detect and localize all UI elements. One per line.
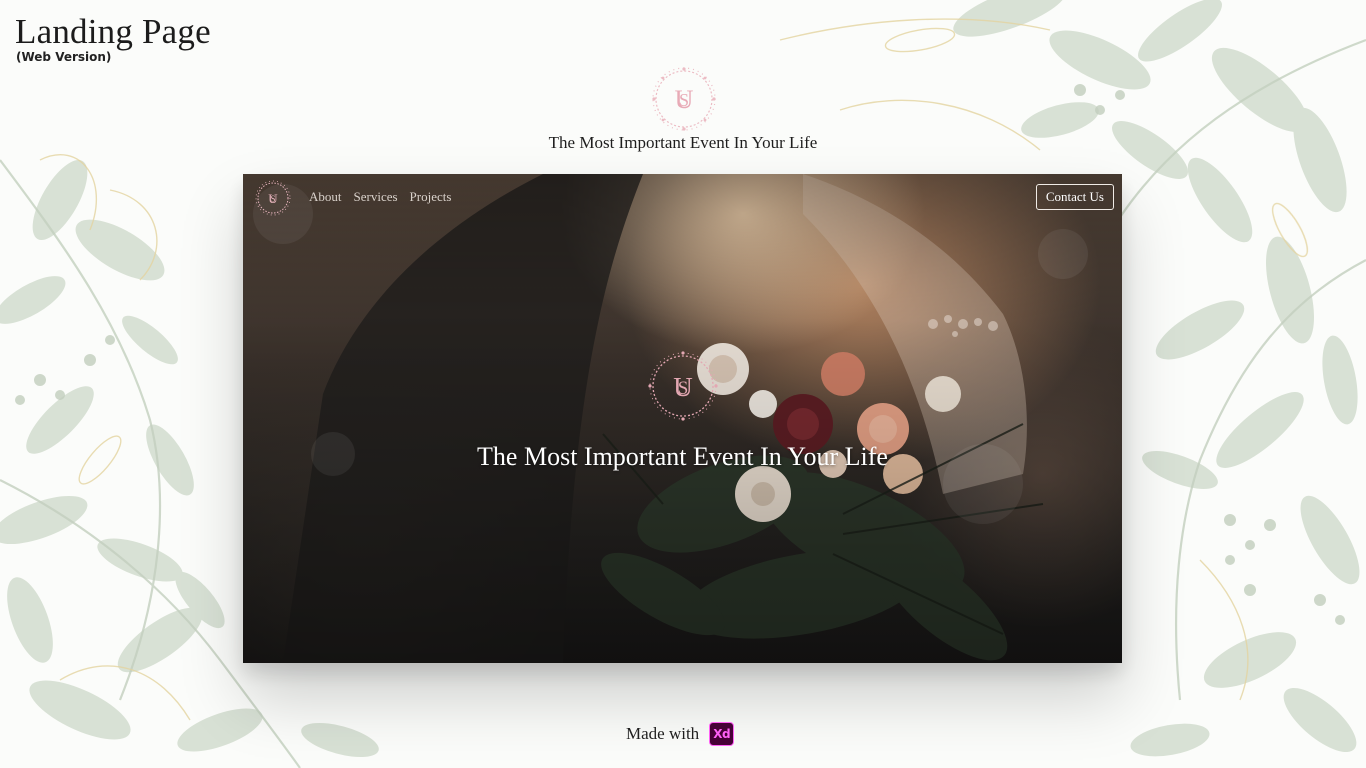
hero-monogram-icon: U S	[648, 351, 718, 421]
nav-link-about[interactable]: About	[309, 189, 342, 205]
svg-text:S: S	[678, 378, 689, 399]
nav-monogram-logo[interactable]: U S	[255, 180, 291, 216]
monogram-wreath-icon: U S	[652, 67, 716, 131]
adobe-xd-icon: Xd	[709, 722, 735, 746]
nav-link-services[interactable]: Services	[354, 189, 398, 205]
website-preview: U S About Services Projects Contact Us U…	[243, 174, 1122, 663]
page-subtitle: (Web Version)	[16, 50, 112, 64]
svg-text:S: S	[679, 90, 689, 110]
svg-text:S: S	[270, 194, 275, 204]
nav-link-projects[interactable]: Projects	[410, 189, 452, 205]
tagline: The Most Important Event In Your Life	[548, 133, 818, 152]
contact-us-button[interactable]: Contact Us	[1035, 184, 1114, 210]
made-with-label: Made with	[626, 724, 700, 743]
hero-heading: The Most Important Event In Your Life	[477, 442, 888, 471]
nav-links: About Services Projects	[309, 189, 451, 205]
site-navbar: U S About Services Projects Contact Us	[243, 174, 1122, 222]
made-with-footer: Made with Xd	[626, 722, 735, 746]
page-title: Landing Page	[15, 12, 211, 51]
